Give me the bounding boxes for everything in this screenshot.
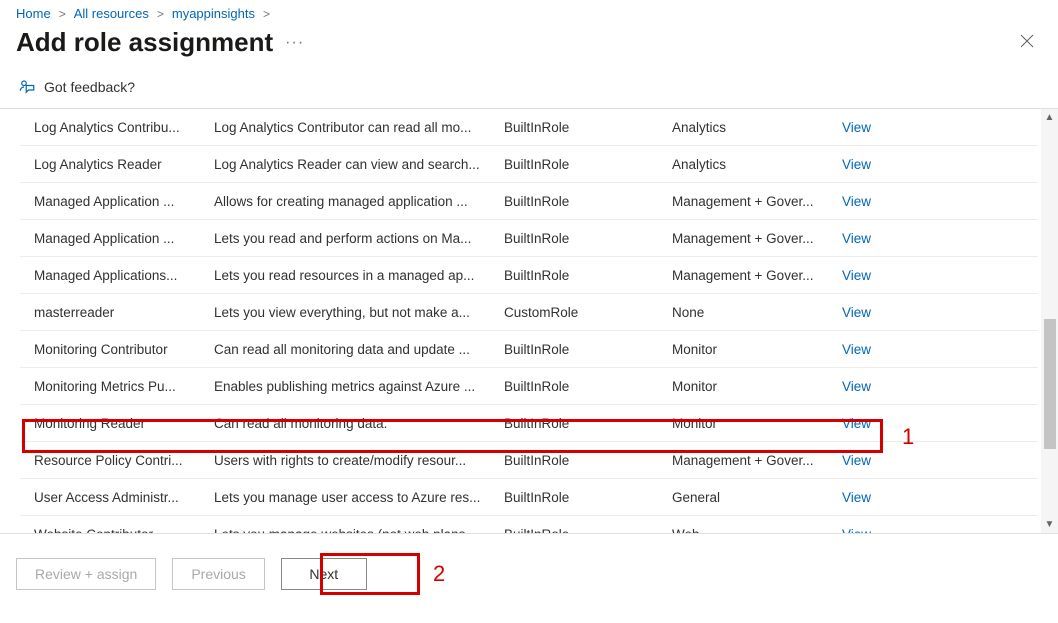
role-row[interactable]: Log Analytics ReaderLog Analytics Reader… xyxy=(0,146,1038,182)
breadcrumb: Home > All resources > myappinsights > xyxy=(0,0,1058,23)
role-name: Managed Applications... xyxy=(34,268,214,283)
role-row[interactable]: Managed Applications...Lets you read res… xyxy=(0,257,1038,293)
view-link[interactable]: View xyxy=(842,194,912,209)
view-link[interactable]: View xyxy=(842,231,912,246)
more-menu-icon[interactable]: ··· xyxy=(285,34,304,52)
breadcrumb-resource[interactable]: myappinsights xyxy=(172,6,255,21)
role-description: Can read all monitoring data and update … xyxy=(214,342,504,357)
role-type: BuiltInRole xyxy=(504,342,672,357)
title-row: Add role assignment ··· xyxy=(0,23,1058,68)
next-button[interactable]: Next xyxy=(281,558,367,590)
role-description: Lets you read resources in a managed ap.… xyxy=(214,268,504,283)
roles-table-body: Log Analytics Contribu...Log Analytics C… xyxy=(0,109,1038,533)
view-link[interactable]: View xyxy=(842,268,912,283)
role-row[interactable]: Log Analytics Contribu...Log Analytics C… xyxy=(0,109,1038,145)
role-description: Allows for creating managed application … xyxy=(214,194,504,209)
role-description: Log Analytics Reader can view and search… xyxy=(214,157,504,172)
feedback-row[interactable]: Got feedback? xyxy=(0,68,1058,108)
role-name: Monitoring Contributor xyxy=(34,342,214,357)
role-type: BuiltInRole xyxy=(504,527,672,534)
view-link[interactable]: View xyxy=(842,120,912,135)
role-row[interactable]: Monitoring ContributorCan read all monit… xyxy=(0,331,1038,367)
role-row[interactable]: Monitoring Metrics Pu...Enables publishi… xyxy=(0,368,1038,404)
view-link[interactable]: View xyxy=(842,416,912,431)
view-link[interactable]: View xyxy=(842,453,912,468)
role-type: BuiltInRole xyxy=(504,379,672,394)
role-description: Can read all monitoring data. xyxy=(214,416,504,431)
view-link[interactable]: View xyxy=(842,379,912,394)
scroll-down-icon[interactable]: ▼ xyxy=(1041,516,1058,533)
role-name: Managed Application ... xyxy=(34,194,214,209)
previous-button[interactable]: Previous xyxy=(172,558,264,590)
scroll-up-icon[interactable]: ▲ xyxy=(1041,109,1058,126)
role-row[interactable]: User Access Administr...Lets you manage … xyxy=(0,479,1038,515)
footer-bar: Review + assign Previous Next 2 xyxy=(0,534,1058,614)
breadcrumb-sep: > xyxy=(157,7,164,21)
breadcrumb-sep: > xyxy=(263,7,270,21)
role-type: BuiltInRole xyxy=(504,453,672,468)
role-category: Management + Gover... xyxy=(672,231,842,246)
role-type: BuiltInRole xyxy=(504,416,672,431)
close-icon[interactable] xyxy=(1012,28,1042,57)
view-link[interactable]: View xyxy=(842,305,912,320)
annotation-2: 2 xyxy=(433,561,445,587)
role-name: Resource Policy Contri... xyxy=(34,453,214,468)
review-assign-button[interactable]: Review + assign xyxy=(16,558,156,590)
feedback-label: Got feedback? xyxy=(44,79,135,95)
role-row[interactable]: Resource Policy Contri...Users with righ… xyxy=(0,442,1038,478)
role-description: Lets you manage websites (not web plans.… xyxy=(214,527,504,534)
role-name: masterreader xyxy=(34,305,214,320)
scroll-thumb[interactable] xyxy=(1044,319,1056,449)
role-name: Monitoring Metrics Pu... xyxy=(34,379,214,394)
view-link[interactable]: View xyxy=(842,342,912,357)
role-category: Management + Gover... xyxy=(672,453,842,468)
role-category: Monitor xyxy=(672,416,842,431)
role-description: Log Analytics Contributor can read all m… xyxy=(214,120,504,135)
role-type: BuiltInRole xyxy=(504,490,672,505)
scrollbar[interactable]: ▲ ▼ xyxy=(1041,109,1058,533)
role-type: BuiltInRole xyxy=(504,120,672,135)
page-title: Add role assignment xyxy=(16,27,273,58)
role-row[interactable]: masterreaderLets you view everything, bu… xyxy=(0,294,1038,330)
role-type: BuiltInRole xyxy=(504,268,672,283)
role-row[interactable]: Managed Application ...Lets you read and… xyxy=(0,220,1038,256)
role-description: Lets you manage user access to Azure res… xyxy=(214,490,504,505)
role-name: Monitoring Reader xyxy=(34,416,214,431)
role-row[interactable]: Managed Application ...Allows for creati… xyxy=(0,183,1038,219)
view-link[interactable]: View xyxy=(842,527,912,534)
breadcrumb-home[interactable]: Home xyxy=(16,6,51,21)
breadcrumb-all-resources[interactable]: All resources xyxy=(74,6,149,21)
role-row[interactable]: Monitoring ReaderCan read all monitoring… xyxy=(0,405,1038,441)
role-name: Managed Application ... xyxy=(34,231,214,246)
role-type: BuiltInRole xyxy=(504,231,672,246)
role-category: Monitor xyxy=(672,342,842,357)
role-category: Management + Gover... xyxy=(672,268,842,283)
role-description: Users with rights to create/modify resou… xyxy=(214,453,504,468)
role-description: Lets you read and perform actions on Ma.… xyxy=(214,231,504,246)
role-category: Web xyxy=(672,527,842,534)
role-description: Enables publishing metrics against Azure… xyxy=(214,379,504,394)
role-name: Log Analytics Contribu... xyxy=(34,120,214,135)
role-type: BuiltInRole xyxy=(504,194,672,209)
role-category: Analytics xyxy=(672,120,842,135)
role-name: Log Analytics Reader xyxy=(34,157,214,172)
role-description: Lets you view everything, but not make a… xyxy=(214,305,504,320)
role-name: User Access Administr... xyxy=(34,490,214,505)
view-link[interactable]: View xyxy=(842,490,912,505)
role-category: Monitor xyxy=(672,379,842,394)
role-category: General xyxy=(672,490,842,505)
role-type: BuiltInRole xyxy=(504,157,672,172)
roles-list-area: Log Analytics Contribu...Log Analytics C… xyxy=(0,109,1058,534)
role-category: Analytics xyxy=(672,157,842,172)
view-link[interactable]: View xyxy=(842,157,912,172)
role-type: CustomRole xyxy=(504,305,672,320)
feedback-icon xyxy=(18,78,36,96)
role-category: Management + Gover... xyxy=(672,194,842,209)
breadcrumb-sep: > xyxy=(59,7,66,21)
role-category: None xyxy=(672,305,842,320)
role-row[interactable]: Website ContributorLets you manage websi… xyxy=(0,516,1038,533)
role-name: Website Contributor xyxy=(34,527,214,534)
